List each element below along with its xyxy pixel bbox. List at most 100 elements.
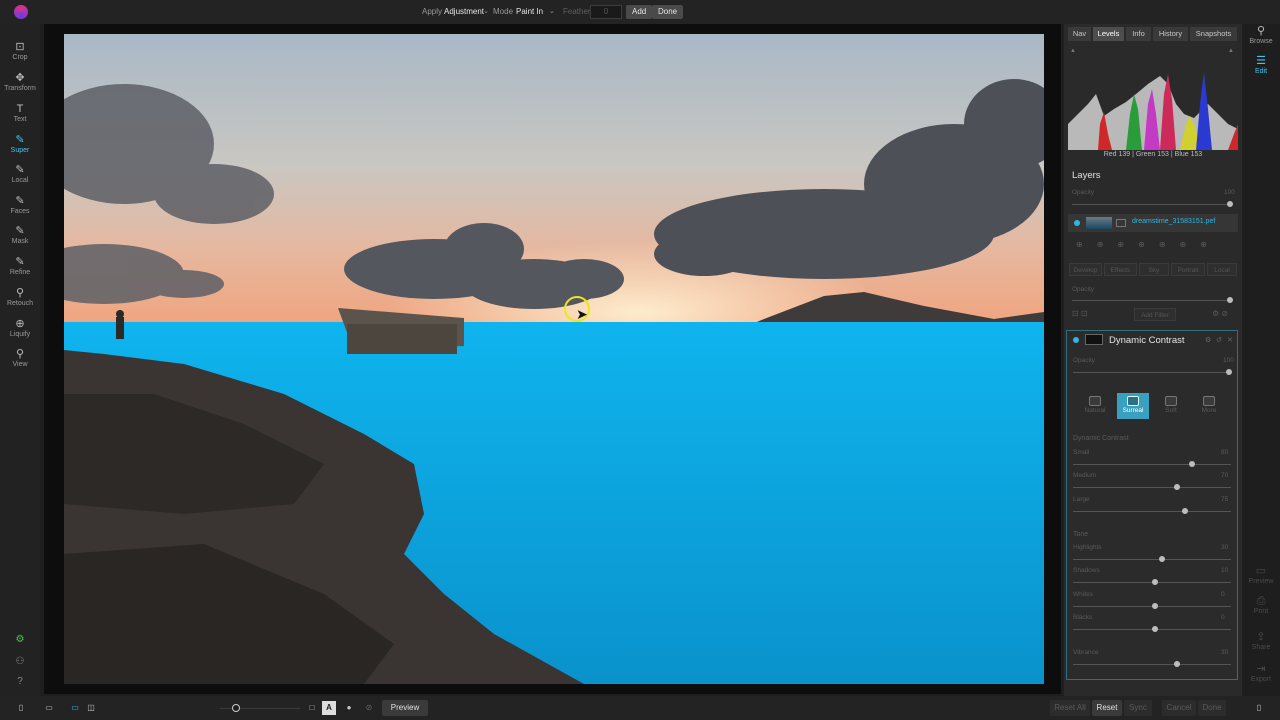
- filter-tab-effects[interactable]: Effects: [1104, 263, 1137, 276]
- apply-dropdown[interactable]: Adjustment: [444, 5, 484, 19]
- histogram: [1068, 54, 1238, 150]
- preset-natural[interactable]: Natural: [1079, 393, 1111, 419]
- transform-icon: ✥: [15, 72, 25, 84]
- preset-surreal[interactable]: Surreal: [1117, 393, 1149, 419]
- preset-more-icon: [1203, 396, 1215, 406]
- section-dynamic-contrast-title: Dynamic Contrast: [1073, 435, 1129, 442]
- app-logo-icon[interactable]: [14, 5, 28, 19]
- slider-blacks[interactable]: [1073, 626, 1231, 632]
- refine-icon: ✎: [15, 256, 25, 268]
- tool-view[interactable]: ⚲ View: [0, 347, 40, 377]
- preset-soft[interactable]: Soft: [1155, 393, 1187, 419]
- slider-vibrance[interactable]: [1073, 661, 1231, 667]
- toggle-panel-icon[interactable]: ▯: [14, 701, 28, 715]
- filter-tab-local[interactable]: Local: [1207, 263, 1237, 276]
- auto-mask-icon[interactable]: A: [322, 701, 336, 715]
- tool-crop[interactable]: ⊡ Crop: [0, 40, 40, 70]
- reset-button[interactable]: Reset: [1092, 700, 1122, 716]
- add-button[interactable]: Add: [626, 5, 653, 19]
- help-icon[interactable]: ?: [13, 675, 27, 689]
- preset-surreal-icon: [1127, 396, 1139, 406]
- photo-preview[interactable]: [64, 34, 1044, 684]
- layer-visibility-icon[interactable]: [1074, 220, 1080, 226]
- tab-history[interactable]: History: [1153, 27, 1189, 41]
- brush-mode-icon[interactable]: ⊘: [362, 701, 376, 715]
- compare-view-icon[interactable]: ◫: [84, 701, 98, 715]
- cancel-button[interactable]: Cancel: [1162, 700, 1196, 716]
- tool-retouch[interactable]: ⚲ Retouch: [0, 286, 40, 316]
- module-export[interactable]: ⇥ Export: [1242, 662, 1280, 683]
- done-button[interactable]: Done: [1198, 700, 1226, 716]
- people-icon[interactable]: ⚇: [13, 655, 27, 669]
- layer-row[interactable]: dreamstime_31583151.pef: [1068, 214, 1238, 232]
- crop-icon: ⊡: [15, 41, 25, 53]
- reset-all-button[interactable]: Reset All: [1050, 700, 1090, 716]
- tool-faces[interactable]: ✎ Faces: [0, 194, 40, 224]
- layers-opacity-value: 100: [1224, 189, 1235, 196]
- filter-group-icons[interactable]: ⊡ ⊡: [1072, 309, 1088, 318]
- module-bar: ⚲ Browse ☰ Edit ▭ Preview ⎙ Print ⇪ Share ⇥ Ex…: [1242, 24, 1280, 696]
- mode-dropdown[interactable]: Paint In: [516, 5, 543, 19]
- filter-options-icons[interactable]: ⚙ ⊘: [1212, 309, 1228, 318]
- single-view-icon[interactable]: ▭: [68, 701, 82, 715]
- chevron-down-icon[interactable]: ⌄: [549, 5, 555, 19]
- image-canvas[interactable]: ➤: [44, 24, 1061, 694]
- sync-button[interactable]: Sync: [1124, 700, 1152, 716]
- zoom-slider[interactable]: [220, 704, 300, 712]
- close-icon[interactable]: ✕: [1227, 336, 1233, 344]
- tool-transform[interactable]: ✥ Transform: [0, 71, 40, 101]
- gear-icon[interactable]: ⚙: [1205, 336, 1211, 344]
- tool-refine[interactable]: ✎ Refine: [0, 255, 40, 285]
- faces-icon: ✎: [15, 195, 25, 207]
- filter-tab-develop[interactable]: Develop: [1069, 263, 1102, 276]
- tool-super[interactable]: ✎ Super: [0, 133, 40, 163]
- preview-button[interactable]: Preview: [382, 700, 428, 716]
- toggle-right-panel-icon[interactable]: ▯: [1252, 701, 1266, 715]
- tool-liquify[interactable]: ⊕ Liquify: [0, 317, 40, 347]
- plugin-icon[interactable]: ⚙: [13, 633, 27, 647]
- layer-mask-icon[interactable]: [1116, 219, 1126, 227]
- filter-tab-sky[interactable]: Sky: [1139, 263, 1169, 276]
- slider-shadows[interactable]: [1073, 579, 1231, 585]
- tool-text[interactable]: T Text: [0, 102, 40, 132]
- module-preview[interactable]: ▭ Preview: [1242, 564, 1280, 585]
- filter-group-opacity-slider[interactable]: [1072, 297, 1233, 303]
- filmstrip-icon[interactable]: ▭: [42, 701, 56, 715]
- filter-tab-portrait[interactable]: Portrait: [1171, 263, 1205, 276]
- filter-visibility-icon[interactable]: [1073, 337, 1079, 343]
- module-print[interactable]: ⎙ Print: [1242, 594, 1280, 615]
- layer-action-icons[interactable]: ⊕⊕⊕⊕⊕⊕⊕: [1076, 240, 1221, 249]
- tab-nav[interactable]: Nav: [1068, 27, 1092, 41]
- reset-icon[interactable]: ↺: [1216, 336, 1222, 344]
- module-share[interactable]: ⇪ Share: [1242, 630, 1280, 651]
- tab-info[interactable]: Info: [1126, 27, 1152, 41]
- mask-overlay-icon[interactable]: □: [306, 701, 318, 715]
- feather-input[interactable]: 0: [590, 5, 622, 19]
- tab-levels[interactable]: Levels: [1093, 27, 1125, 41]
- tool-mask[interactable]: ✎ Mask: [0, 224, 40, 254]
- preset-more[interactable]: More: [1193, 393, 1225, 419]
- module-browse[interactable]: ⚲ Browse: [1242, 24, 1280, 45]
- share-icon: ⇪: [1256, 631, 1266, 643]
- slider-large[interactable]: [1073, 508, 1231, 514]
- sliders-icon: ☰: [1256, 55, 1266, 67]
- slider-medium[interactable]: [1073, 484, 1231, 490]
- slider-highlights-label: Highlights: [1073, 544, 1102, 551]
- slider-highlights[interactable]: [1073, 556, 1231, 562]
- add-filter-button[interactable]: Add Filter: [1134, 308, 1176, 321]
- slider-small[interactable]: [1073, 461, 1231, 467]
- view-icon: ⚲: [15, 348, 25, 360]
- slider-whites[interactable]: [1073, 603, 1231, 609]
- slider-whites-label: Whites: [1073, 591, 1093, 598]
- layers-opacity-label: Opacity: [1072, 189, 1095, 196]
- tool-local[interactable]: ✎ Local: [0, 163, 40, 193]
- layers-opacity-slider[interactable]: [1072, 201, 1233, 207]
- filter-opacity-slider[interactable]: [1073, 369, 1232, 375]
- filter-opacity-label: Opacity: [1073, 357, 1096, 364]
- apply-label: Apply: [422, 7, 443, 16]
- color-mask-icon[interactable]: ●: [342, 701, 356, 715]
- done-button[interactable]: Done: [652, 5, 684, 19]
- tab-snapshots[interactable]: Snapshots: [1190, 27, 1238, 41]
- module-edit[interactable]: ☰ Edit: [1242, 54, 1280, 75]
- chevron-down-icon[interactable]: ⌄: [483, 5, 489, 19]
